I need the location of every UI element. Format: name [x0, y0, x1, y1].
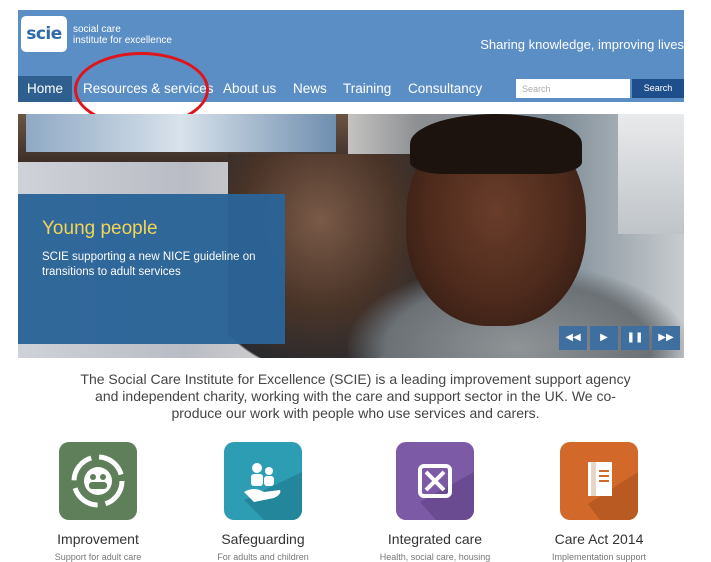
rewind-button[interactable]: ◀◀ [559, 326, 587, 350]
nav-home[interactable]: Home [18, 76, 73, 102]
tile-safeguarding-label[interactable]: Safeguarding [183, 531, 343, 547]
hero-description: SCIE supporting a new NICE guideline on … [42, 251, 256, 278]
logo-text-line2: institute for excellence [73, 35, 172, 46]
tile-care-act-subtitle: Implementation support [551, 552, 647, 562]
tile-improvement[interactable]: Improvement Support for adult care [18, 442, 178, 562]
tile-care-act[interactable]: Care Act 2014 Implementation support [519, 442, 679, 562]
care-act-icon[interactable] [560, 442, 638, 520]
slider-controls: ◀◀ ▶ ❚❚ ▶▶ [559, 326, 683, 350]
search-input[interactable] [516, 79, 630, 98]
pause-button[interactable]: ❚❚ [621, 326, 649, 350]
nav-about-us[interactable]: About us [223, 76, 276, 102]
tile-safeguarding[interactable]: Safeguarding For adults and children [183, 442, 343, 562]
site-tagline: Sharing knowledge, improving lives [480, 37, 684, 52]
nav-news[interactable]: News [293, 76, 327, 102]
logo-mark: scie [26, 24, 62, 44]
improvement-icon[interactable] [59, 442, 137, 520]
tile-integrated-care[interactable]: Integrated care Health, social care, hou… [355, 442, 515, 562]
forward-button[interactable]: ▶▶ [652, 326, 680, 350]
safeguarding-icon[interactable] [224, 442, 302, 520]
hero-caption-box[interactable]: Young people SCIE supporting a new NICE … [18, 194, 285, 344]
hero-title[interactable]: Young people [42, 218, 158, 240]
logo-text: social care institute for excellence [73, 24, 172, 46]
nav-consultancy[interactable]: Consultancy [408, 76, 482, 102]
tile-integrated-care-subtitle: Health, social care, housing [379, 552, 491, 562]
intro-text: The Social Care Institute for Excellence… [80, 371, 631, 421]
scie-logo[interactable]: scie [21, 16, 67, 52]
integrated-care-icon[interactable] [396, 442, 474, 520]
hero-window [618, 114, 684, 234]
tile-integrated-care-label[interactable]: Integrated care [355, 531, 515, 547]
logo-text-line1: social care [73, 24, 121, 35]
play-button[interactable]: ▶ [590, 326, 618, 350]
tile-improvement-label[interactable]: Improvement [18, 531, 178, 547]
hero-banner[interactable]: Young people SCIE supporting a new NICE … [18, 114, 684, 358]
tile-improvement-subtitle: Support for adult care [54, 552, 142, 562]
search-button[interactable]: Search [632, 79, 684, 98]
nav-training[interactable]: Training [343, 76, 391, 102]
hero-person-right-hair [410, 114, 582, 174]
tile-safeguarding-subtitle: For adults and children [217, 552, 309, 562]
tile-care-act-label[interactable]: Care Act 2014 [519, 531, 679, 547]
